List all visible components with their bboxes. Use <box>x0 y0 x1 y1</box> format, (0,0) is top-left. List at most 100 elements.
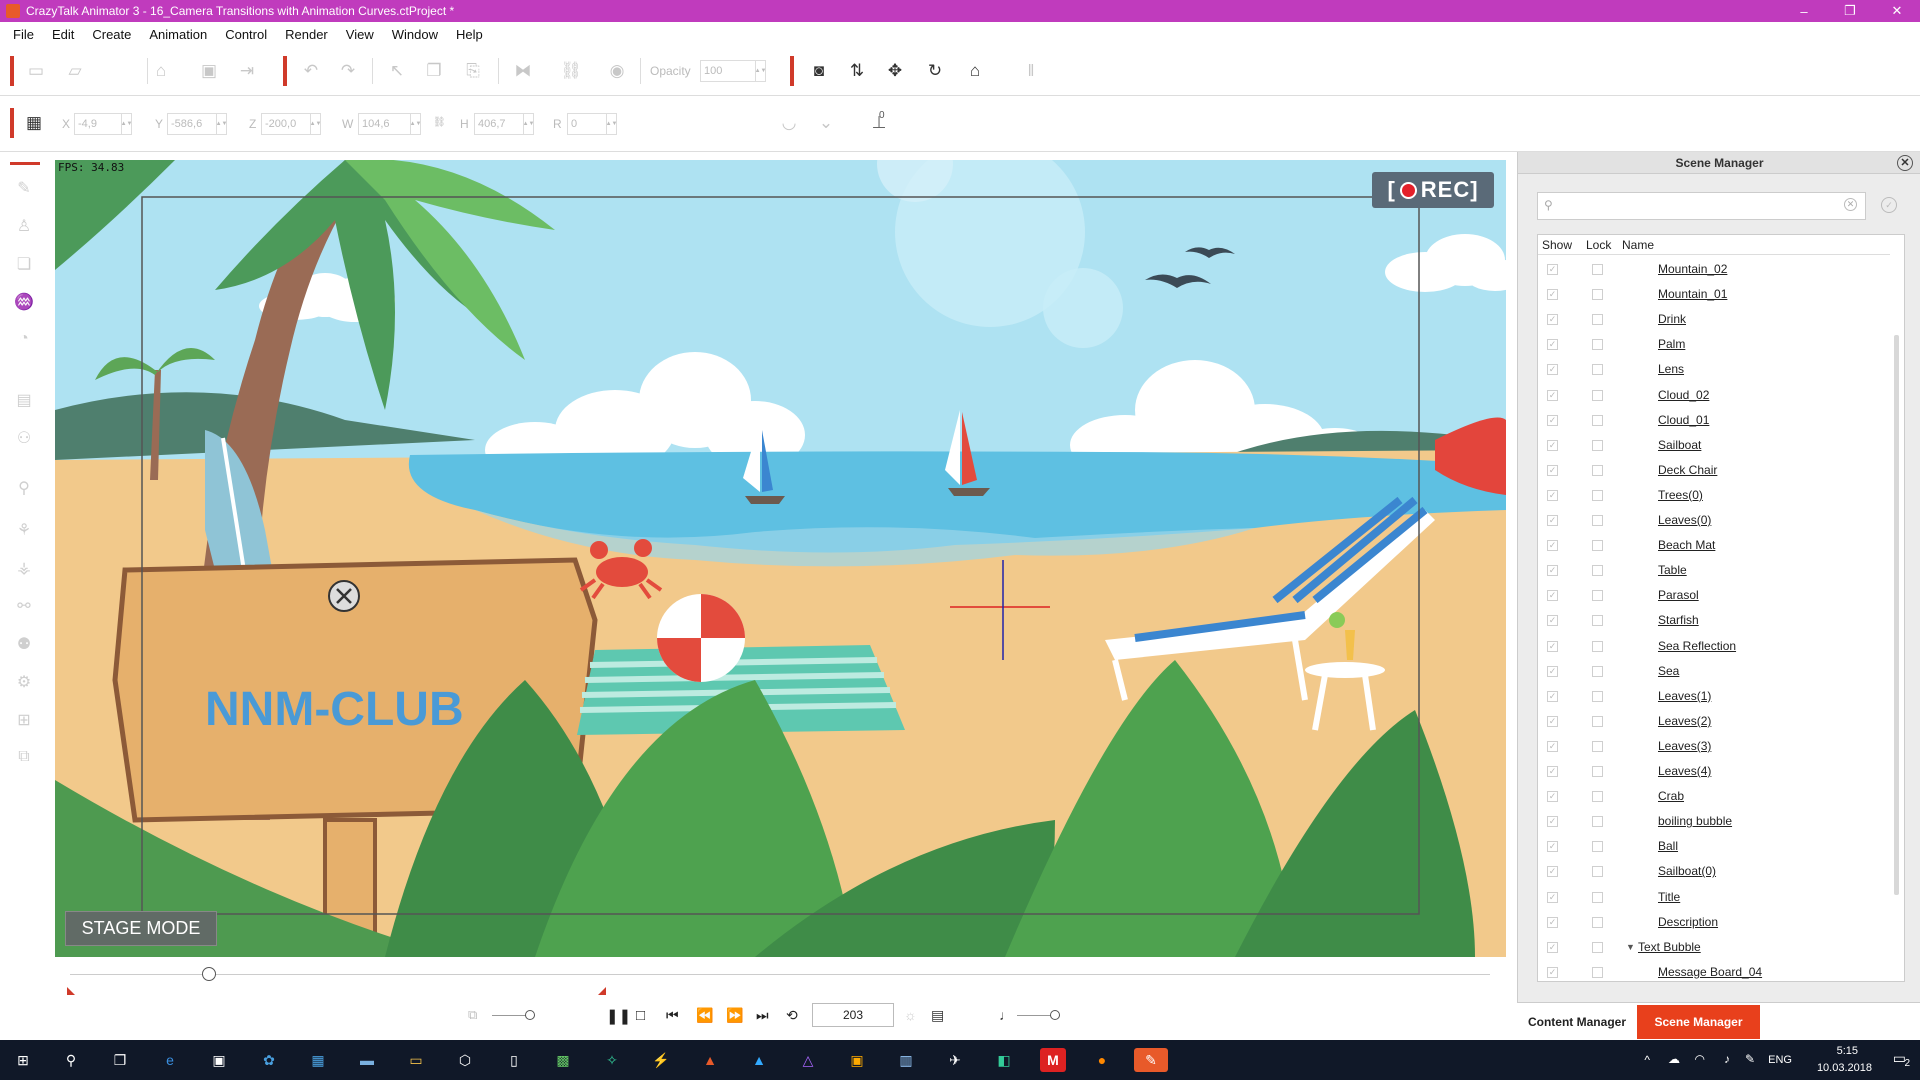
puppet-tool-icon[interactable]: ⚇ <box>12 428 36 452</box>
show-checkbox[interactable]: ✓ <box>1547 891 1558 903</box>
pen-icon[interactable]: ✎ <box>1745 1052 1755 1066</box>
lock-checkbox[interactable] <box>1592 791 1603 803</box>
scene-item-row[interactable]: ✓ Table <box>1538 558 1890 583</box>
language-indicator[interactable]: ENG <box>1768 1054 1792 1066</box>
show-checkbox[interactable]: ✓ <box>1547 389 1558 401</box>
motion-tool-icon[interactable]: ♒ <box>12 292 36 316</box>
scene-item-name[interactable]: Palm <box>1658 337 1685 351</box>
scene-item-row[interactable]: ✓ Ball <box>1538 834 1890 859</box>
menu-animation[interactable]: Animation <box>140 27 216 42</box>
filter-icon[interactable]: ✓ <box>1881 197 1897 213</box>
show-checkbox[interactable]: ✓ <box>1547 740 1558 752</box>
edge-icon[interactable]: e <box>157 1048 183 1072</box>
curve-ease-in-icon[interactable]: ◡ <box>778 112 800 134</box>
character-tool-icon[interactable]: ♙ <box>12 216 36 240</box>
lock-checkbox[interactable] <box>1592 540 1603 552</box>
subtitle-icon[interactable]: ⧉ <box>468 1007 477 1023</box>
show-checkbox[interactable]: ✓ <box>1547 791 1558 803</box>
frame-field[interactable]: 203 <box>812 1003 894 1027</box>
scene-item-name[interactable]: Crab <box>1658 789 1684 803</box>
scene-item-name[interactable]: Sailboat(0) <box>1658 864 1716 878</box>
x-field[interactable]: -4,9 <box>74 113 122 135</box>
z-stepper[interactable]: ▲▼ <box>310 113 321 135</box>
r-field[interactable]: 0 <box>567 113 607 135</box>
lock-checkbox[interactable] <box>1592 615 1603 627</box>
scene-item-row[interactable]: ✓ Drink <box>1538 307 1890 332</box>
column-show[interactable]: Show <box>1542 238 1572 252</box>
cloth-tool-icon[interactable]: ⚯ <box>12 596 36 620</box>
menu-control[interactable]: Control <box>216 27 276 42</box>
scene-item-row[interactable]: ✓ Leaves(2) <box>1538 709 1890 734</box>
link-icon[interactable]: ⛓ <box>560 60 582 82</box>
scene-item-row[interactable]: ✓ Mountain_02 <box>1538 257 1890 282</box>
app-icon-14[interactable]: ◧ <box>991 1048 1017 1072</box>
flip-icon[interactable]: ⧓ <box>512 60 534 82</box>
dance-tool-icon[interactable]: ⚉ <box>12 634 36 658</box>
opacity-stepper[interactable]: ▲▼ <box>755 60 766 82</box>
lock-checkbox[interactable] <box>1592 916 1603 928</box>
wifi-icon[interactable]: ◠ <box>1695 1052 1705 1066</box>
volume-icon[interactable]: ♪ <box>1724 1052 1730 1066</box>
show-checkbox[interactable]: ✓ <box>1547 289 1558 301</box>
lock-checkbox[interactable] <box>1592 464 1603 476</box>
show-checkbox[interactable]: ✓ <box>1547 941 1558 953</box>
scene-item-name[interactable]: Description <box>1658 915 1718 929</box>
scene-item-name[interactable]: Mountain_01 <box>1658 287 1727 301</box>
timeline-scrubber[interactable] <box>202 967 216 981</box>
morph-tool-icon[interactable]: ⚲ <box>12 478 36 502</box>
scene-item-row[interactable]: ✓ Palm <box>1538 332 1890 357</box>
paste-icon[interactable]: ⎘ <box>462 60 484 82</box>
start-icon[interactable]: ⊞ <box>10 1048 36 1072</box>
app-icon-11[interactable]: ▣ <box>844 1048 870 1072</box>
go-to-end-icon[interactable]: ⏭ <box>756 1007 769 1024</box>
render-tool-icon[interactable]: ⧉ <box>12 748 36 772</box>
lock-checkbox[interactable] <box>1592 690 1603 702</box>
export-icon[interactable]: ⇥ <box>236 60 258 82</box>
show-checkbox[interactable]: ✓ <box>1547 615 1558 627</box>
scene-item-name[interactable]: Text Bubble <box>1638 940 1701 954</box>
show-checkbox[interactable]: ✓ <box>1547 314 1558 326</box>
speed-slider-handle[interactable] <box>525 1010 535 1020</box>
audio-icon[interactable]: ‖ <box>1020 60 1042 82</box>
opacity-field[interactable]: 100 <box>700 60 756 82</box>
lock-checkbox[interactable] <box>1592 816 1603 828</box>
render-icon[interactable]: ▣ <box>198 60 220 82</box>
scene-item-row[interactable]: ✓ Cloud_01 <box>1538 408 1890 433</box>
show-checkbox[interactable]: ✓ <box>1547 540 1558 552</box>
y-stepper[interactable]: ▲▼ <box>216 113 227 135</box>
move-vertical-icon[interactable]: ⇅ <box>846 60 868 82</box>
scene-item-row[interactable]: ✓ Description <box>1538 910 1890 935</box>
tray-chevron-icon[interactable]: ^ <box>1644 1053 1650 1067</box>
show-checkbox[interactable]: ✓ <box>1547 565 1558 577</box>
scene-item-name[interactable]: Sea Reflection <box>1658 639 1736 653</box>
crazytalk-taskbar-icon[interactable]: ✎ <box>1134 1048 1168 1072</box>
lock-checkbox[interactable] <box>1592 489 1603 501</box>
scene-item-name[interactable]: Deck Chair <box>1658 463 1717 477</box>
select-icon[interactable]: ↖ <box>386 60 408 82</box>
layout-tool-icon[interactable]: ▤ <box>12 390 36 414</box>
clear-search-icon[interactable]: ✕ <box>1844 198 1857 211</box>
store-icon[interactable]: ▣ <box>206 1048 232 1072</box>
scene-item-name[interactable]: Sea <box>1658 664 1679 678</box>
scene-item-name[interactable]: Table <box>1658 563 1687 577</box>
spring-tool-icon[interactable]: ⚙ <box>12 672 36 696</box>
scene-item-name[interactable]: Parasol <box>1658 588 1699 602</box>
show-checkbox[interactable]: ✓ <box>1547 690 1558 702</box>
show-checkbox[interactable]: ✓ <box>1547 414 1558 426</box>
minimize-button[interactable]: – <box>1781 0 1827 22</box>
pose-tool-icon[interactable]: ⚘ <box>12 520 36 544</box>
lock-checkbox[interactable] <box>1592 891 1603 903</box>
column-name[interactable]: Name <box>1622 238 1654 252</box>
app-icon-10[interactable]: △ <box>795 1048 821 1072</box>
scene-item-name[interactable]: Cloud_02 <box>1658 388 1709 402</box>
face-tool-icon[interactable]: ◔ <box>12 330 36 354</box>
app-icon-15[interactable]: M <box>1040 1048 1066 1072</box>
show-checkbox[interactable]: ✓ <box>1547 264 1558 275</box>
home-icon[interactable]: ⌂ <box>964 60 986 82</box>
lock-checkbox[interactable] <box>1592 439 1603 451</box>
lock-checkbox[interactable] <box>1592 665 1603 677</box>
show-checkbox[interactable]: ✓ <box>1547 715 1558 727</box>
notepad-icon[interactable]: ▯ <box>501 1048 527 1072</box>
scene-item-row[interactable]: ✓ Crab <box>1538 784 1890 809</box>
lock-checkbox[interactable] <box>1592 590 1603 602</box>
